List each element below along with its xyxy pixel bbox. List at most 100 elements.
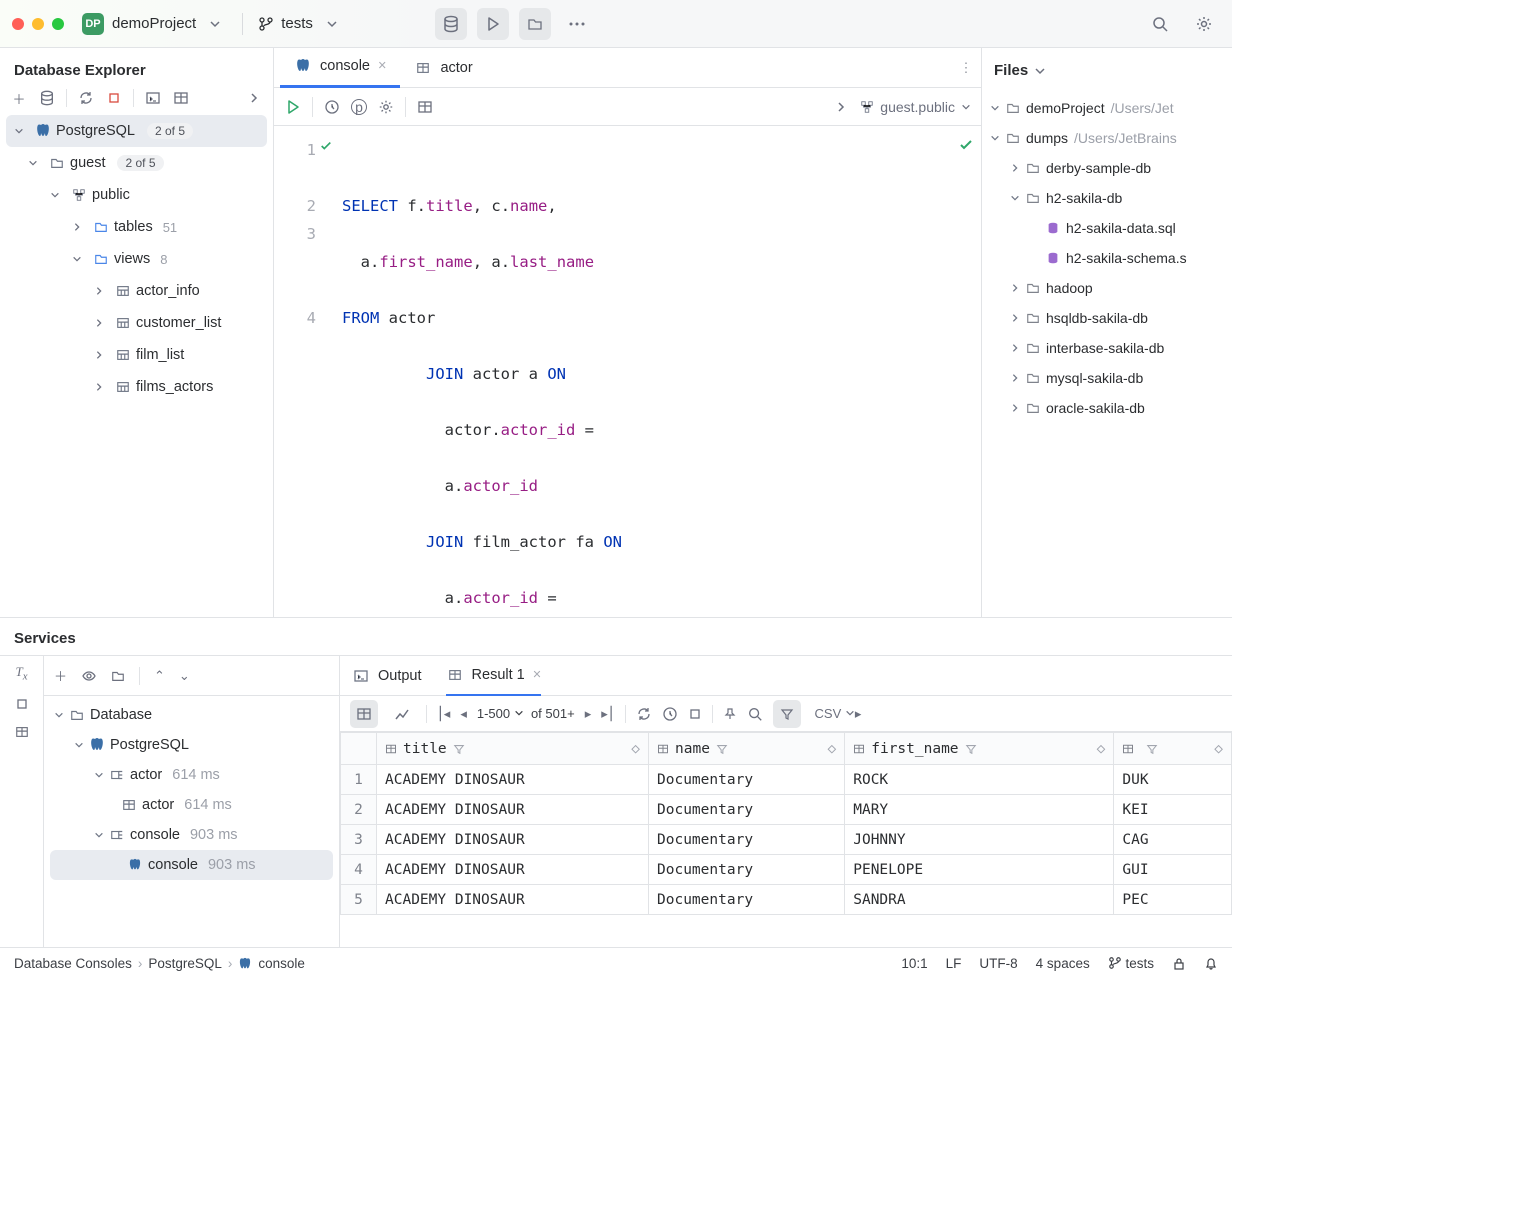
code-area[interactable]: SELECT f.title, c.name, a.first_name, a.…	[334, 126, 981, 617]
datasource-props-icon[interactable]	[38, 89, 56, 107]
file-item[interactable]: hadoop	[982, 273, 1232, 303]
tab-output[interactable]: Output	[352, 656, 422, 696]
add-icon[interactable]: ＋	[54, 666, 67, 685]
indent[interactable]: 4 spaces	[1036, 956, 1090, 971]
table-row[interactable]: 4 ACADEMY DINOSAUR Documentary PENELOPE …	[341, 855, 1232, 885]
eye-icon[interactable]	[81, 668, 97, 684]
prev-page-icon[interactable]: ◂	[460, 706, 467, 722]
file-item[interactable]: h2-sakila-schema.s	[982, 243, 1232, 273]
views-folder[interactable]: views 8	[0, 243, 273, 275]
folder-button[interactable]	[519, 8, 551, 40]
refresh-icon[interactable]	[636, 706, 652, 722]
tx-icon[interactable]: Tx	[15, 664, 27, 683]
chevron-right-icon[interactable]	[832, 98, 850, 116]
tab-console[interactable]: console ×	[280, 48, 400, 88]
filter-icon[interactable]	[1146, 743, 1158, 755]
svc-item[interactable]: console903 ms	[50, 850, 333, 880]
svc-database[interactable]: Database	[44, 700, 339, 730]
next-page-icon[interactable]: ▸	[585, 706, 592, 722]
search-icon[interactable]	[1144, 8, 1176, 40]
filter-icon[interactable]	[965, 743, 977, 755]
line-separator[interactable]: LF	[946, 956, 962, 971]
sort-icon[interactable]: ◇	[1097, 741, 1106, 757]
view-node[interactable]: actor_info	[0, 275, 273, 307]
file-dumps[interactable]: dumps /Users/JetBrains	[982, 123, 1232, 153]
close-icon[interactable]: ×	[378, 58, 386, 74]
refresh-icon[interactable]	[77, 89, 95, 107]
close-icon[interactable]: ×	[533, 667, 541, 683]
datasource-node[interactable]: PostgreSQL 2 of 5	[6, 115, 267, 147]
tab-actor[interactable]: actor	[400, 48, 486, 88]
chevron-down-icon[interactable]	[206, 15, 224, 33]
file-item[interactable]: derby-sample-db	[982, 153, 1232, 183]
table-row[interactable]: 1 ACADEMY DINOSAUR Documentary ROCK DUK	[341, 765, 1232, 795]
sort-icon[interactable]: ◇	[1214, 741, 1223, 757]
column-header[interactable]: name ◇	[649, 733, 845, 765]
table-icon[interactable]	[416, 98, 434, 116]
data-grid[interactable]: title ◇ name ◇ first_name ◇ ◇ 1 ACADEMY …	[340, 732, 1232, 947]
more-icon[interactable]	[561, 8, 593, 40]
project-name[interactable]: demoProject	[112, 15, 196, 32]
column-header[interactable]: title ◇	[377, 733, 649, 765]
first-page-icon[interactable]: ⎮◂	[437, 706, 450, 722]
search-icon[interactable]	[747, 706, 763, 722]
encoding[interactable]: UTF-8	[979, 956, 1017, 971]
close-icon[interactable]: ⌄	[179, 668, 190, 684]
database-button[interactable]	[435, 8, 467, 40]
page-range[interactable]: 1-500 of 501+	[477, 706, 575, 721]
svc-item[interactable]: actor614 ms	[44, 790, 339, 820]
schema-node[interactable]: public	[0, 179, 273, 211]
column-header[interactable]: ◇	[1114, 733, 1232, 765]
pin-icon[interactable]	[723, 707, 737, 721]
stop-icon[interactable]	[15, 697, 29, 711]
view-node[interactable]: film_list	[0, 339, 273, 371]
table-row[interactable]: 2 ACADEMY DINOSAUR Documentary MARY KEI	[341, 795, 1232, 825]
filter-toggle-icon[interactable]	[773, 700, 801, 728]
history-icon[interactable]	[323, 98, 341, 116]
view-node[interactable]: films_actors	[0, 371, 273, 403]
gear-icon[interactable]	[1188, 8, 1220, 40]
run-icon[interactable]	[284, 98, 302, 116]
file-item[interactable]: h2-sakila-data.sql	[982, 213, 1232, 243]
svc-datasource[interactable]: PostgreSQL	[44, 730, 339, 760]
project-badge[interactable]: DP	[82, 13, 104, 35]
breadcrumb-branch[interactable]: tests	[257, 15, 345, 33]
collapse-icon[interactable]: ⌃	[154, 668, 165, 684]
sql-editor[interactable]: 1234 SELECT f.title, c.name, a.first_nam…	[274, 126, 981, 617]
chevron-right-icon[interactable]	[245, 89, 263, 107]
more-icon[interactable]: ⋮	[957, 59, 975, 77]
table-view-icon[interactable]	[350, 700, 378, 728]
sort-icon[interactable]: ◇	[631, 741, 640, 757]
stop-icon[interactable]	[688, 707, 702, 721]
cursor-position[interactable]: 10:1	[901, 956, 927, 971]
bell-icon[interactable]	[1204, 957, 1218, 971]
view-node[interactable]: customer_list	[0, 307, 273, 339]
last-page-icon[interactable]: ▸⎮	[601, 706, 614, 722]
file-item[interactable]: mysql-sakila-db	[982, 363, 1232, 393]
table-row[interactable]: 3 ACADEMY DINOSAUR Documentary JOHNNY CA…	[341, 825, 1232, 855]
file-item[interactable]: oracle-sakila-db	[982, 393, 1232, 423]
table-row[interactable]: 5 ACADEMY DINOSAUR Documentary SANDRA PE…	[341, 885, 1232, 915]
schema-selector[interactable]: guest.public	[860, 99, 971, 115]
chart-view-icon[interactable]	[388, 700, 416, 728]
clock-icon[interactable]	[662, 706, 678, 722]
breadcrumb[interactable]: Database Consoles › PostgreSQL › console	[14, 956, 305, 971]
svc-item[interactable]: actor614 ms	[44, 760, 339, 790]
lock-icon[interactable]	[1172, 957, 1186, 971]
tab-result[interactable]: Result 1 ×	[446, 656, 542, 696]
sort-icon[interactable]: ◇	[828, 741, 837, 757]
layout-icon[interactable]	[15, 725, 29, 739]
file-item[interactable]: interbase-sakila-db	[982, 333, 1232, 363]
svc-item[interactable]: console903 ms	[44, 820, 339, 850]
file-root[interactable]: demoProject /Users/Jet	[982, 93, 1232, 123]
stop-icon[interactable]	[105, 89, 123, 107]
branch-status[interactable]: tests	[1108, 956, 1154, 971]
minimize-icon[interactable]	[32, 18, 44, 30]
file-item[interactable]: h2-sakila-db	[982, 183, 1232, 213]
column-header[interactable]: first_name ◇	[845, 733, 1114, 765]
database-node[interactable]: guest 2 of 5	[0, 147, 273, 179]
close-icon[interactable]	[12, 18, 24, 30]
filter-icon[interactable]	[453, 743, 465, 755]
table-icon[interactable]	[172, 89, 190, 107]
add-icon[interactable]: ＋	[10, 89, 28, 107]
